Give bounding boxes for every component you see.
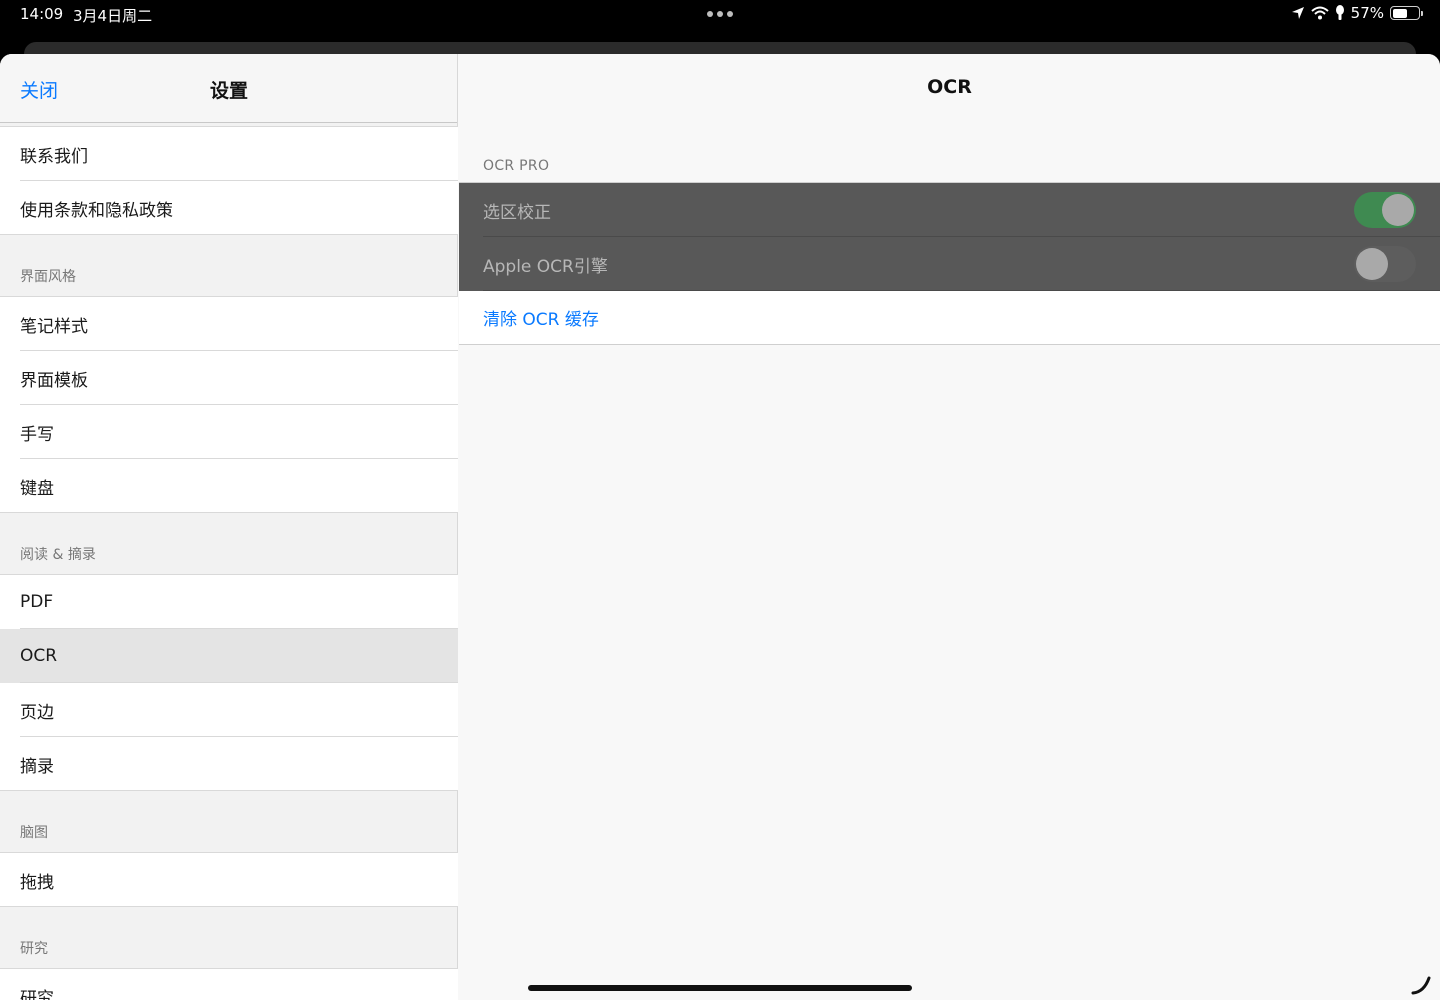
- detail-title: OCR: [927, 76, 972, 98]
- section-header-research: 研究: [20, 941, 48, 957]
- status-indicators: 57%: [1291, 4, 1423, 22]
- orientation-lock-icon: [1335, 5, 1344, 20]
- battery-icon: [1390, 6, 1423, 20]
- sidebar-item-template[interactable]: 界面模板: [0, 351, 458, 405]
- sidebar-item-keyboard[interactable]: 键盘: [0, 459, 458, 513]
- sidebar-item-margin[interactable]: 页边: [0, 683, 458, 737]
- sidebar-title: 设置: [209, 80, 248, 102]
- selection-correction-label: 选区校正: [483, 202, 551, 223]
- ocr-settings-list: 选区校正 Apple OCR引擎 清除 OCR 缓存: [459, 182, 1440, 345]
- settings-list: 联系我们 使用条款和隐私政策 界面风格 笔记样式 界面模板 手写 键盘 阅读 &…: [0, 126, 458, 1000]
- sidebar-nav-bar: 关闭 设置: [0, 54, 457, 123]
- wifi-icon: [1310, 6, 1329, 20]
- section-header-mindmap: 脑图: [20, 825, 48, 841]
- settings-sidebar: 关闭 设置 联系我们 使用条款和隐私政策 界面风格 笔记样式 界面模板 手写 键…: [0, 54, 458, 1000]
- sidebar-item-research[interactable]: 研究: [0, 969, 458, 1000]
- clear-ocr-cache-button[interactable]: 清除 OCR 缓存: [459, 291, 1440, 345]
- settings-modal: 关闭 设置 联系我们 使用条款和隐私政策 界面风格 笔记样式 界面模板 手写 键…: [0, 54, 1440, 1000]
- home-indicator[interactable]: [528, 985, 912, 991]
- selection-correction-row: 选区校正: [459, 183, 1440, 237]
- status-time: 14:09: [20, 5, 64, 23]
- section-header-interface: 界面风格: [20, 269, 76, 285]
- sidebar-item-pdf[interactable]: PDF: [0, 575, 458, 629]
- sidebar-item-note-style[interactable]: 笔记样式: [0, 297, 458, 351]
- pencil-corner-icon[interactable]: [1410, 974, 1432, 996]
- status-bar: 14:09 3月4日周二 57%: [0, 0, 1440, 30]
- apple-ocr-toggle[interactable]: [1354, 246, 1416, 282]
- sidebar-item-contact[interactable]: 联系我们: [0, 127, 458, 181]
- location-arrow-icon: [1291, 7, 1304, 19]
- apple-ocr-row: Apple OCR引擎: [459, 237, 1440, 291]
- sidebar-item-excerpt[interactable]: 摘录: [0, 737, 458, 791]
- battery-percent: 57%: [1350, 4, 1384, 22]
- selection-correction-toggle[interactable]: [1354, 192, 1416, 228]
- ocr-detail-pane: OCR OCR PRO 选区校正 Apple OCR引擎 清除 OCR 缓存: [459, 54, 1440, 1000]
- section-header-reading: 阅读 & 摘录: [20, 547, 96, 563]
- multitasking-dots-icon[interactable]: [707, 11, 733, 17]
- sidebar-item-terms[interactable]: 使用条款和隐私政策: [0, 181, 458, 235]
- section-header-ocr-pro: OCR PRO: [483, 158, 550, 174]
- sidebar-item-handwriting[interactable]: 手写: [0, 405, 458, 459]
- sidebar-item-drag[interactable]: 拖拽: [0, 853, 458, 907]
- status-date: 3月4日周二: [73, 7, 153, 25]
- clear-ocr-cache-label: 清除 OCR 缓存: [483, 310, 599, 330]
- apple-ocr-label: Apple OCR引擎: [483, 256, 608, 277]
- sidebar-item-ocr[interactable]: OCR: [0, 629, 458, 683]
